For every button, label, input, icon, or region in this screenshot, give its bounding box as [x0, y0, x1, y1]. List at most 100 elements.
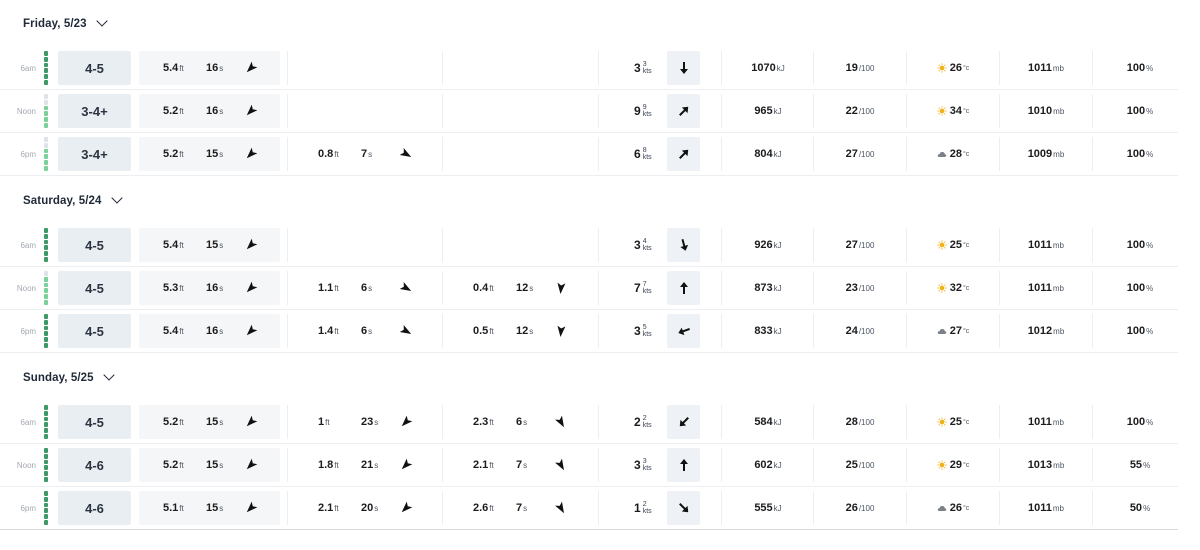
wind-gust: 2 — [642, 501, 647, 508]
value: 100 — [1126, 105, 1146, 117]
surf-height-badge[interactable]: 4-5 — [58, 271, 131, 305]
wind-direction — [677, 104, 691, 118]
unit: mb — [1052, 63, 1064, 73]
arrow-up-icon — [680, 459, 688, 471]
surf-height-badge[interactable]: 3-4+ — [58, 137, 131, 171]
swell-direction-icon — [246, 104, 258, 116]
value: 804 — [754, 148, 773, 160]
wind-speed: 9 9 kts — [634, 90, 652, 132]
column-divider — [906, 314, 907, 348]
unit: ft — [179, 460, 184, 470]
value: 1011 — [1028, 282, 1052, 294]
tertiary-swell-period: 6s — [516, 401, 527, 443]
surf-height-badge[interactable]: 4-5 — [58, 314, 131, 348]
rating: 28/100 — [815, 401, 905, 443]
tertiary-swell-direction — [554, 458, 568, 472]
chevron-down-icon[interactable] — [95, 15, 108, 27]
temperature: 28 °c — [908, 133, 998, 175]
temperature-value: 27 — [949, 325, 962, 337]
day-section: Friday, 5/23 6am 4-5 5.4 ft 16 s 3 3 kts 1070 kJ 19/… — [0, 0, 1200, 177]
unit: /100 — [858, 460, 875, 470]
wind-unit: kts — [642, 288, 652, 295]
tertiary-swell-direction — [554, 501, 568, 515]
unit: s — [219, 106, 224, 116]
surf-height-badge[interactable]: 4-6 — [58, 448, 131, 482]
column-divider — [721, 448, 722, 482]
wind-gust-stack: 3 kts — [643, 61, 652, 75]
value: 15 — [206, 416, 219, 428]
value: 23 — [845, 282, 858, 294]
value: 100 — [1126, 239, 1146, 251]
value: 1013 — [1027, 459, 1053, 471]
column-divider — [287, 137, 288, 171]
percentage: 100% — [1094, 224, 1186, 266]
value: 100 — [1126, 325, 1146, 337]
surf-height-badge[interactable]: 3-4+ — [58, 94, 131, 128]
level-bar — [44, 62, 48, 68]
temperature-unit: °c — [962, 461, 970, 469]
wind-speed-value: 3 — [634, 458, 641, 472]
value: 28 — [845, 416, 858, 428]
wind-speed: 3 5 kts — [634, 310, 652, 352]
level-bar — [44, 405, 48, 410]
column-divider — [813, 271, 814, 305]
value: 7 — [516, 502, 523, 514]
forecast-row: 6am 4-5 5.4 ft 16 s 3 3 kts 1070 kJ 19/100 26 °c 1011 m… — [0, 47, 1178, 90]
value: 23 — [361, 416, 374, 428]
surf-height-badge[interactable]: 4-5 — [58, 51, 131, 85]
value: 2.1 — [473, 459, 489, 471]
column-divider — [442, 448, 443, 482]
surf-height-badge[interactable]: 4-6 — [58, 491, 131, 525]
column-divider — [287, 314, 288, 348]
temperature: 26 °c — [908, 487, 998, 529]
chevron-down-icon[interactable] — [102, 369, 115, 381]
value: 1009 — [1027, 148, 1053, 160]
temperature-unit: °c — [962, 107, 970, 115]
value: 2.1 — [318, 502, 334, 514]
time-label: 6am — [20, 240, 36, 250]
column-divider — [906, 491, 907, 525]
secondary-swell-period: 6s — [361, 310, 372, 352]
level-bar — [44, 148, 48, 154]
rating: 19/100 — [815, 47, 905, 89]
swell-direction-icon — [246, 324, 258, 336]
wind-direction — [677, 238, 691, 252]
day-header[interactable]: Friday, 5/23 — [0, 0, 1200, 47]
time-label: Noon — [16, 460, 36, 470]
temperature: 32 °c — [908, 267, 998, 309]
pressure: 1009 mb — [1001, 133, 1091, 175]
surf-height-badge[interactable]: 4-5 — [58, 405, 131, 439]
swell-direction-icon — [246, 415, 258, 427]
chevron-down-icon[interactable] — [110, 192, 123, 204]
wind-speed-value: 3 — [634, 324, 641, 338]
unit: s — [219, 149, 224, 159]
value: 100 — [1126, 148, 1146, 160]
value: 1 — [318, 416, 325, 428]
swell-direction-icon — [557, 325, 566, 337]
energy: 833 kJ — [723, 310, 813, 352]
wind-speed: 3 3 kts — [634, 444, 652, 486]
value: 5.4 — [163, 62, 179, 74]
day-header[interactable]: Sunday, 5/25 — [0, 354, 1200, 401]
column-divider — [287, 228, 288, 262]
value: 15 — [206, 502, 219, 514]
column-divider — [999, 137, 1000, 171]
day-header[interactable]: Saturday, 5/24 — [0, 177, 1200, 224]
level-bar — [44, 123, 48, 128]
tertiary-swell-direction — [554, 415, 568, 429]
swell-direction-icon — [557, 282, 566, 294]
unit: mb — [1053, 149, 1065, 159]
level-bar — [44, 233, 48, 239]
surf-height-badge[interactable]: 4-5 — [58, 228, 131, 262]
level-bar — [44, 453, 48, 459]
temperature-unit: °c — [962, 418, 970, 426]
wind-gust: 2 — [642, 415, 647, 422]
tertiary-swell-height: 2.1 ft — [473, 444, 494, 486]
sun-icon — [937, 106, 947, 116]
swell-direction-icon — [401, 458, 413, 470]
value: 16 — [206, 105, 219, 117]
column-divider — [1092, 405, 1093, 439]
secondary-swell-height: 1.4 ft — [318, 310, 339, 352]
wind-unit: kts — [642, 508, 652, 515]
value: 100 — [1126, 62, 1146, 74]
